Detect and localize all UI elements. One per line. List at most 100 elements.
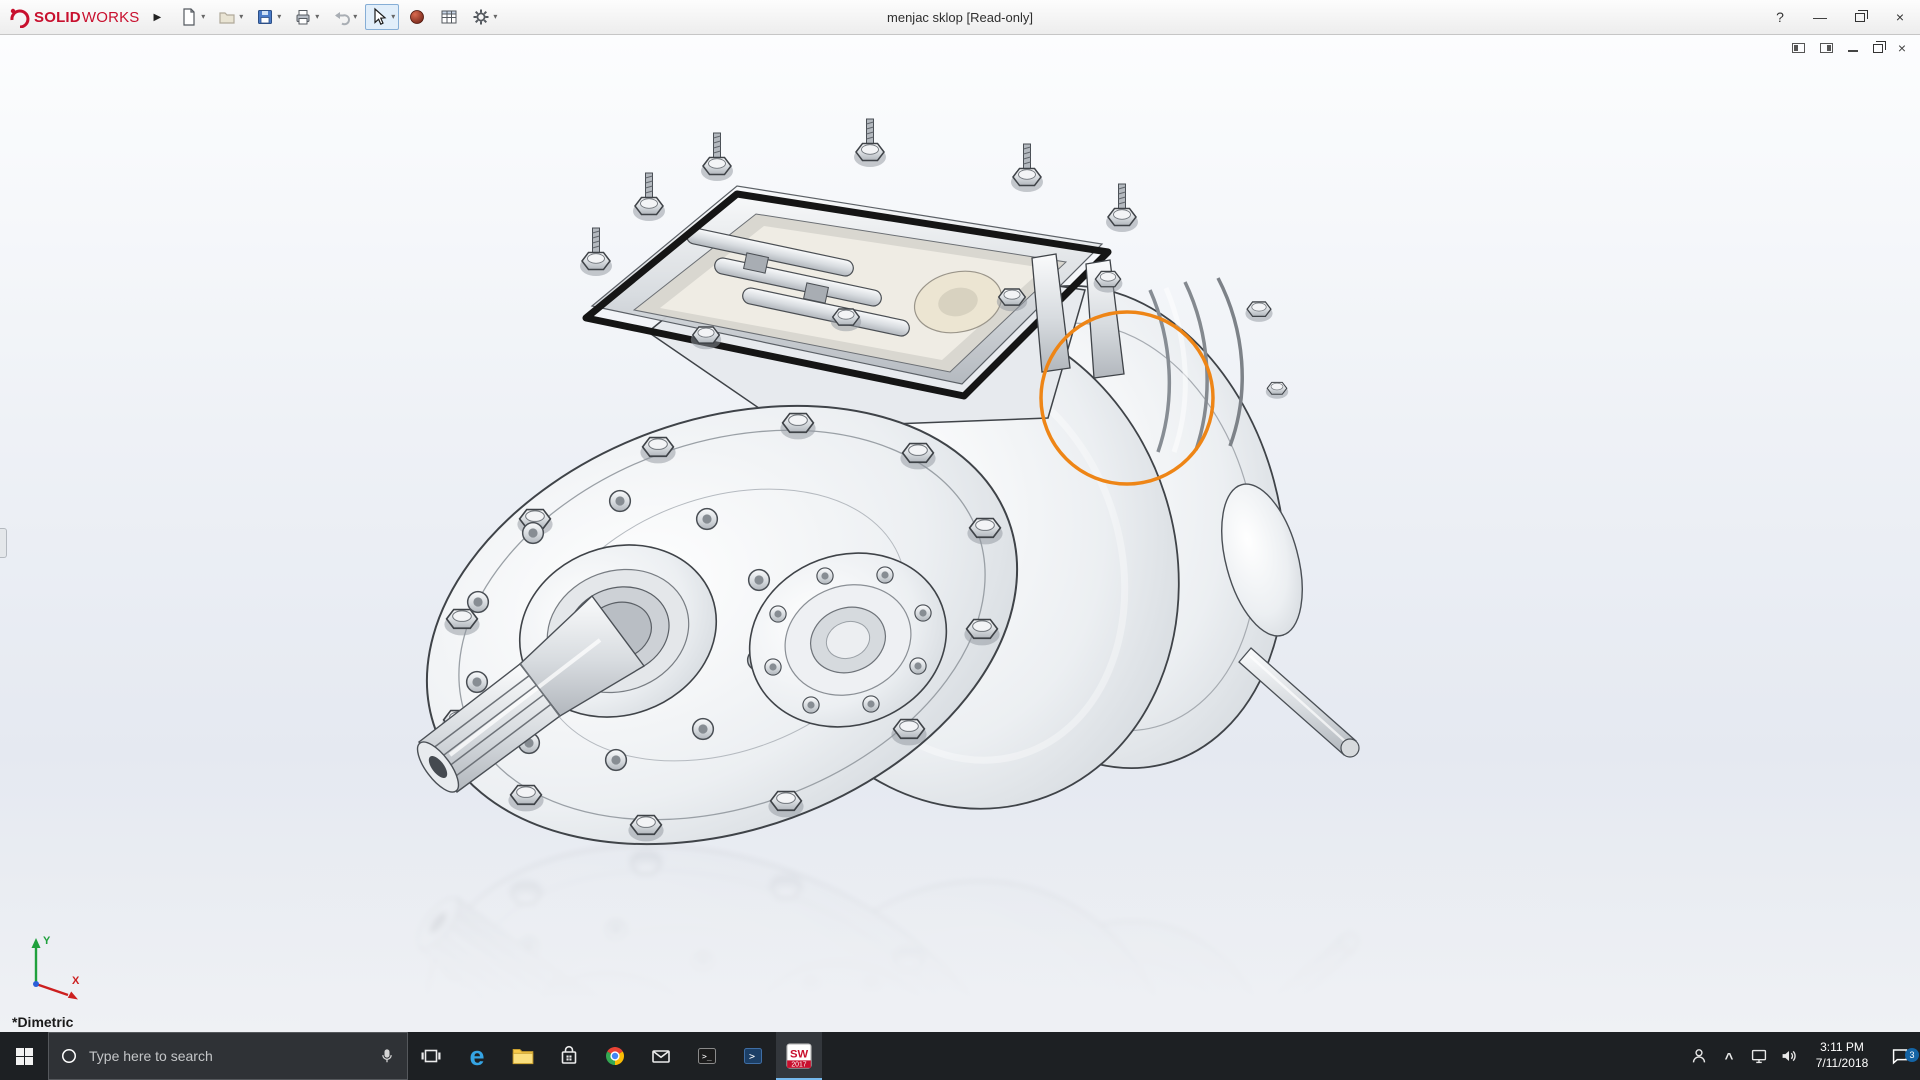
clock-time: 3:11 PM [1820, 1040, 1864, 1055]
taskbar-search[interactable]: Type here to search [48, 1032, 408, 1080]
cortana-icon [62, 1049, 76, 1063]
edge-button[interactable]: e [454, 1032, 500, 1080]
open-folder-icon [219, 12, 235, 24]
close-button[interactable]: × [1880, 0, 1920, 34]
pane-left-button[interactable] [1791, 41, 1805, 55]
dropdown-caret[interactable]: ▾ [277, 13, 281, 21]
tray-expand-button[interactable]: ^ [1714, 1048, 1744, 1067]
start-button[interactable] [0, 1032, 48, 1080]
restore-button[interactable] [1840, 0, 1880, 34]
volume-button[interactable] [1774, 1045, 1804, 1067]
appearance-ball-icon [410, 10, 425, 24]
help-button[interactable]: ? [1760, 0, 1800, 34]
select-cursor-icon [374, 7, 387, 26]
chrome-button[interactable] [592, 1032, 638, 1080]
menu-expand-arrow-icon: ▶ [153, 11, 162, 23]
z-axis-indicator [33, 981, 39, 987]
mail-button[interactable] [638, 1032, 684, 1080]
quick-access-toolbar: ▾ ▾ ▾ ▾ ▾ ▾ ▾ [175, 4, 501, 30]
print-icon [296, 10, 310, 25]
terminal-icon: >_ [698, 1048, 716, 1064]
windows-logo-icon [15, 1047, 33, 1065]
panel-collapse-tab[interactable] [0, 528, 7, 558]
save-button[interactable]: ▾ [251, 4, 285, 30]
svg-text:>_: >_ [702, 1052, 712, 1061]
doc-minimize-icon [1847, 45, 1858, 52]
x-axis-arrow [67, 991, 78, 1000]
doc-restore-icon [1872, 40, 1886, 53]
task-view-button[interactable] [408, 1032, 454, 1080]
undo-button[interactable]: ▾ [327, 4, 361, 30]
microphone-icon[interactable] [377, 1045, 397, 1067]
mail-icon [652, 1050, 670, 1063]
titlebar: SOLID WORKS ▶ ▾ ▾ ▾ ▾ ▾ ▾ ▾ menjac sklop… [0, 0, 1920, 35]
minimize-icon: — [1813, 9, 1827, 25]
store-icon [561, 1045, 577, 1064]
file-explorer-icon [512, 1048, 534, 1065]
doc-restore-button[interactable] [1872, 40, 1886, 55]
volume-icon [1782, 1050, 1796, 1062]
display-button[interactable] [1744, 1045, 1774, 1067]
minimize-button[interactable]: — [1800, 0, 1840, 34]
new-document-button[interactable]: ▾ [175, 4, 209, 30]
brand-text-works: WORKS [81, 8, 140, 26]
x-axis-label: X [72, 975, 80, 987]
dropdown-caret[interactable]: ▾ [391, 13, 395, 21]
solidworks-window: SOLID WORKS ▶ ▾ ▾ ▾ ▾ ▾ ▾ ▾ menjac sklop… [0, 0, 1920, 1080]
new-document-icon [183, 8, 195, 26]
pane-right-icon [1819, 43, 1833, 53]
terminal-button[interactable]: >_ [684, 1032, 730, 1080]
clock-date: 7/11/2018 [1815, 1056, 1869, 1070]
design-table-button[interactable] [435, 4, 463, 30]
file-explorer-button[interactable] [500, 1032, 546, 1080]
doc-minimize-button[interactable] [1847, 41, 1858, 55]
taskbar: Type here to search e >_ > SW 2017 ^ 3:1… [0, 1032, 1920, 1080]
edge-icon: e [469, 1040, 485, 1071]
restore-icon [1855, 9, 1868, 22]
store-button[interactable] [546, 1032, 592, 1080]
select-tool-button[interactable]: ▾ [365, 4, 400, 30]
dropdown-caret[interactable]: ▾ [493, 13, 497, 21]
people-button[interactable] [1684, 1045, 1714, 1067]
document-window-controls: × [1791, 40, 1906, 55]
solidworks-logo: SOLID WORKS [0, 6, 146, 28]
chrome-icon [606, 1047, 624, 1065]
output-shaft[interactable] [1238, 647, 1360, 758]
taskbar-clock[interactable]: 3:11 PM 7/11/2018 [1804, 1040, 1880, 1071]
open-button[interactable]: ▾ [213, 4, 247, 30]
dropdown-caret[interactable]: ▾ [239, 13, 243, 21]
solidworks-logo-mark [10, 8, 30, 28]
dropdown-caret[interactable]: ▾ [201, 13, 205, 21]
powershell-icon: > [744, 1048, 762, 1064]
brand-text-solid: SOLID [34, 8, 81, 26]
graphics-area[interactable]: × Y X *Dimetric [0, 35, 1920, 1032]
window-title: menjac sklop [Read-only] [887, 9, 1033, 25]
doc-close-button[interactable]: × [1898, 41, 1906, 55]
notification-badge: 3 [1905, 1048, 1919, 1062]
print-button[interactable]: ▾ [289, 4, 323, 30]
appearances-button[interactable] [403, 4, 431, 30]
svg-text:>: > [749, 1052, 755, 1063]
y-axis-label: Y [43, 935, 51, 947]
gearbox-assembly[interactable] [365, 119, 1360, 922]
y-axis-arrow [31, 938, 41, 948]
solidworks-taskbar-button[interactable]: SW 2017 [776, 1032, 822, 1080]
reflection-fade [300, 845, 1550, 1032]
gearbox-model[interactable] [0, 35, 1920, 1032]
save-icon [258, 10, 273, 24]
powershell-button[interactable]: > [730, 1032, 776, 1080]
dropdown-caret[interactable]: ▾ [315, 13, 319, 21]
menu-expand-button[interactable]: ▶ [146, 12, 170, 23]
dropdown-caret[interactable]: ▾ [353, 13, 357, 21]
gear-icon [473, 9, 489, 25]
solidworks-app-icon: SW 2017 [786, 1043, 812, 1069]
display-icon [1751, 1049, 1767, 1064]
system-tray: ^ 3:11 PM 7/11/2018 3 [1684, 1032, 1920, 1080]
pane-right-button[interactable] [1819, 41, 1833, 55]
rear-housing-bolts[interactable] [1244, 301, 1289, 400]
undo-icon [335, 12, 351, 26]
reference-triad: Y X [31, 935, 80, 1000]
design-table-icon [441, 10, 457, 24]
options-button[interactable]: ▾ [467, 4, 501, 30]
action-center-button[interactable]: 3 [1880, 1045, 1920, 1067]
